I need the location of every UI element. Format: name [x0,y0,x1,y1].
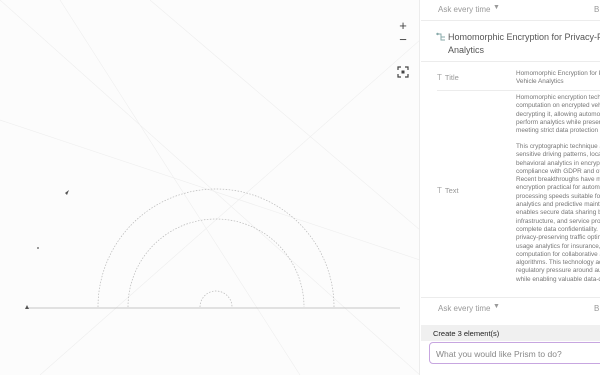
text-field-paragraph[interactable]: Homomorphic encryption techn computation … [516,94,600,135]
prompt-input[interactable]: What you would like Prism to do? [429,342,600,364]
field-value-line: Recent breakthroughs have mad [516,176,600,184]
field-value-line: usage analytics for insurance, a [516,242,600,250]
ask-mode-select-top[interactable]: Ask every time ▼ B [421,0,600,20]
zoom-in-button[interactable]: + [396,19,410,33]
text-type-icon: T [437,73,442,82]
field-value-line: meeting strict data protection r [516,127,600,135]
field-value-line: Homomorphic encryption techn [516,94,600,101]
ask-mode-select-bottom[interactable]: Ask every time ▼ B [421,299,600,319]
text-field-label: T Text [437,186,459,195]
title-field-value[interactable]: Homomorphic Encryption for Pri Vehicle A… [516,70,600,87]
app-window: + − Ask every time ▼ B Homomorphic Encry… [0,0,600,375]
field-value-line: analytics and predictive mainte [516,201,600,209]
divider [421,297,600,298]
field-value-line: Homomorphic Encryption for Pri [516,70,600,77]
field-value-line: compliance with GDPR and other [516,167,600,175]
field-value-line: privacy-preserving traffic optim [516,234,600,242]
title-field-label: T Title [437,73,459,82]
create-elements-label: Create 3 element(s) [433,329,500,338]
field-value-line: perform analytics while preserv [516,118,600,126]
canvas-drawing [0,0,419,375]
field-value-line: This cryptographic technique a [516,143,600,150]
field-value-line: processing speeds suitable for [516,192,600,200]
divider [437,90,600,91]
chevron-down-icon: ▼ [493,4,500,11]
field-value-line: regulatory pressure around aut [516,267,600,275]
ask-mode-label: Ask every time [438,304,491,313]
record-title-line: Analytics [448,45,485,55]
graph-canvas[interactable]: + − [0,0,420,375]
divider [421,20,600,21]
field-value-line: infrastructure, and service prov [516,217,600,225]
field-value-line: behavioral analytics in encrypte [516,159,600,167]
field-label-text: Text [444,186,459,195]
field-value-line: Vehicle Analytics [516,78,564,86]
chevron-down-icon: ▼ [493,303,500,310]
record-title-line: Homomorphic Encryption for Privacy-Prese… [448,32,600,42]
field-value-line: enables secure data sharing be [516,209,600,217]
create-elements-button[interactable]: Create 3 element(s) [421,325,600,341]
field-value-line: computation for collaborative a [516,250,600,258]
zoom-out-button[interactable]: − [396,33,410,47]
details-panel: Ask every time ▼ B Homomorphic Encryptio… [421,0,600,375]
ask-mode-right-label: B [594,5,600,14]
field-value-line: sensitive driving patterns, locat [516,151,600,159]
text-field-paragraph[interactable]: This cryptographic technique a sensitive … [516,143,600,284]
field-value-line: algorithms. This technology add [516,259,600,267]
ask-mode-label: Ask every time [438,5,491,14]
field-value-line: computation on encrypted vehi [516,102,600,110]
text-type-icon: T [437,186,442,195]
prompt-placeholder: What you would like Prism to do? [436,349,562,359]
field-value-line: complete data confidentiality. K [516,225,600,233]
field-value-line: while enabling valuable data-dr [516,275,600,283]
record-title: Homomorphic Encryption for Privacy-Prese… [448,31,600,57]
record-type-icon [436,32,445,41]
field-label-text: Title [444,73,459,82]
field-value-line: decrypting it, allowing automot [516,110,600,118]
divider [421,61,600,62]
field-value-line: encryption practical for automo [516,184,600,192]
fit-view-icon[interactable] [397,66,409,78]
ask-mode-right-label: B [594,304,600,313]
